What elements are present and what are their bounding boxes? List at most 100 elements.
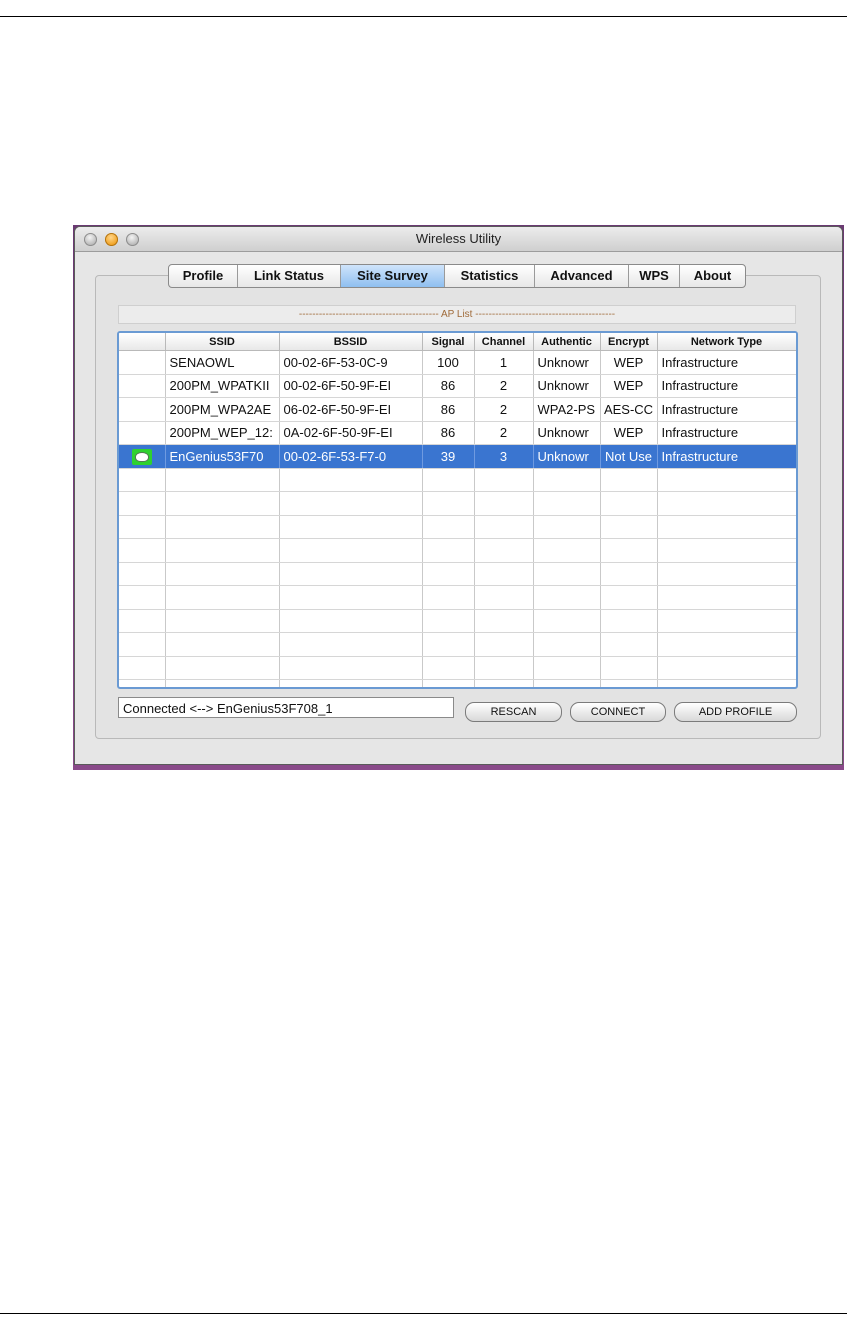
cell-channel: 3 xyxy=(474,444,534,469)
col-header-icon[interactable] xyxy=(119,333,166,351)
tab-link-status[interactable]: Link Status xyxy=(238,265,341,287)
cell-auth: WPA2-PS xyxy=(533,397,601,422)
empty-cell xyxy=(600,632,658,657)
empty-cell xyxy=(279,515,423,539)
cell-channel: 1 xyxy=(474,350,534,375)
table-row[interactable]: 200PM_WEP_12: 0A-02-6F-50-9F-EI 86 2 Unknowr… xyxy=(119,421,796,445)
connection-status-field: Connected <--> EnGenius53F708_1 xyxy=(118,697,454,718)
empty-cell xyxy=(422,656,475,680)
connect-button[interactable]: CONNECT xyxy=(570,702,666,722)
tab-statistics[interactable]: Statistics xyxy=(445,265,535,287)
table-row[interactable]: SENAOWL 00-02-6F-53-0C-9 100 1 Unknowr WEP Inf… xyxy=(119,350,796,375)
cell-channel: 2 xyxy=(474,397,534,422)
col-header-encrypt[interactable]: Encrypt xyxy=(600,333,658,351)
empty-cell xyxy=(422,491,475,516)
title-bar[interactable]: Wireless Utility xyxy=(75,227,842,252)
empty-cell xyxy=(422,632,475,657)
empty-cell xyxy=(279,632,423,657)
empty-table-row[interactable] xyxy=(119,491,796,516)
row-icon-cell xyxy=(119,350,166,375)
empty-table-row[interactable] xyxy=(119,609,796,633)
empty-cell xyxy=(165,491,280,516)
empty-cell xyxy=(657,656,796,680)
empty-cell xyxy=(657,491,796,516)
add-profile-button[interactable]: ADD PROFILE xyxy=(674,702,797,722)
col-header-ssid[interactable]: SSID xyxy=(165,333,280,351)
tab-about[interactable]: About xyxy=(680,265,745,287)
cell-ssid: SENAOWL xyxy=(165,350,280,375)
empty-cell xyxy=(119,679,166,687)
empty-table-row[interactable] xyxy=(119,679,796,687)
empty-cell xyxy=(422,538,475,563)
empty-cell xyxy=(474,656,534,680)
table-row[interactable]: EnGenius53F70 00-02-6F-53-F7-0 39 3 Unknowr N… xyxy=(119,444,796,469)
row-icon-cell xyxy=(119,421,166,445)
row-icon-cell xyxy=(119,444,166,469)
empty-cell xyxy=(533,468,601,492)
wireless-utility-window: Wireless Utility Profile Link Status Sit… xyxy=(75,227,842,764)
tab-bar: Profile Link Status Site Survey Statisti… xyxy=(168,264,746,288)
empty-cell xyxy=(119,562,166,586)
cell-signal: 100 xyxy=(422,350,475,375)
empty-cell xyxy=(657,562,796,586)
empty-table-row[interactable] xyxy=(119,468,796,492)
empty-table-row[interactable] xyxy=(119,562,796,586)
cell-bssid: 0A-02-6F-50-9F-EI xyxy=(279,421,423,445)
cell-auth: Unknowr xyxy=(533,350,601,375)
empty-cell xyxy=(119,609,166,633)
cell-bssid: 06-02-6F-50-9F-EI xyxy=(279,397,423,422)
empty-cell xyxy=(600,515,658,539)
empty-cell xyxy=(422,515,475,539)
col-header-network-type[interactable]: Network Type xyxy=(657,333,796,351)
empty-cell xyxy=(119,538,166,563)
empty-cell xyxy=(474,491,534,516)
empty-cell xyxy=(279,562,423,586)
empty-cell xyxy=(657,585,796,610)
empty-cell xyxy=(657,632,796,657)
col-header-bssid[interactable]: BSSID xyxy=(279,333,423,351)
empty-table-row[interactable] xyxy=(119,632,796,657)
empty-cell xyxy=(657,538,796,563)
empty-cell xyxy=(533,609,601,633)
empty-table-row[interactable] xyxy=(119,585,796,610)
col-header-signal[interactable]: Signal xyxy=(422,333,475,351)
empty-table-row[interactable] xyxy=(119,538,796,563)
tab-advanced[interactable]: Advanced xyxy=(535,265,629,287)
row-icon-cell xyxy=(119,374,166,398)
cell-encrypt: AES-CC xyxy=(600,397,658,422)
page-bottom-rule xyxy=(0,1313,847,1314)
window-title: Wireless Utility xyxy=(415,231,502,246)
cell-channel: 2 xyxy=(474,374,534,398)
table-row[interactable]: 200PM_WPATKII 00-02-6F-50-9F-EI 86 2 Unknowr… xyxy=(119,374,796,398)
cell-auth: Unknowr xyxy=(533,374,601,398)
empty-cell xyxy=(657,679,796,687)
empty-table-row[interactable] xyxy=(119,656,796,680)
empty-cell xyxy=(600,609,658,633)
empty-cell xyxy=(119,515,166,539)
empty-cell xyxy=(279,656,423,680)
empty-cell xyxy=(165,656,280,680)
empty-cell xyxy=(165,679,280,687)
col-header-authentic[interactable]: Authentic xyxy=(533,333,601,351)
page-top-rule xyxy=(0,16,847,17)
empty-cell xyxy=(422,468,475,492)
empty-cell xyxy=(422,562,475,586)
cell-bssid: 00-02-6F-53-0C-9 xyxy=(279,350,423,375)
empty-cell xyxy=(600,468,658,492)
empty-cell xyxy=(422,609,475,633)
empty-cell xyxy=(422,679,475,687)
cell-encrypt: WEP xyxy=(600,421,658,445)
tab-site-survey[interactable]: Site Survey xyxy=(341,265,445,287)
tab-wps[interactable]: WPS xyxy=(629,265,680,287)
cell-signal: 86 xyxy=(422,421,475,445)
cell-type: Infrastructure xyxy=(657,374,796,398)
tab-profile[interactable]: Profile xyxy=(169,265,238,287)
empty-cell xyxy=(600,656,658,680)
col-header-channel[interactable]: Channel xyxy=(474,333,534,351)
table-row[interactable]: 200PM_WPA2AE 06-02-6F-50-9F-EI 86 2 WPA2-PS A… xyxy=(119,397,796,422)
rescan-button[interactable]: RESCAN xyxy=(465,702,562,722)
cell-channel: 2 xyxy=(474,421,534,445)
empty-table-row[interactable] xyxy=(119,515,796,539)
ap-list-table[interactable]: SSID BSSID Signal Channel Authentic Encr… xyxy=(117,331,798,689)
empty-cell xyxy=(533,562,601,586)
